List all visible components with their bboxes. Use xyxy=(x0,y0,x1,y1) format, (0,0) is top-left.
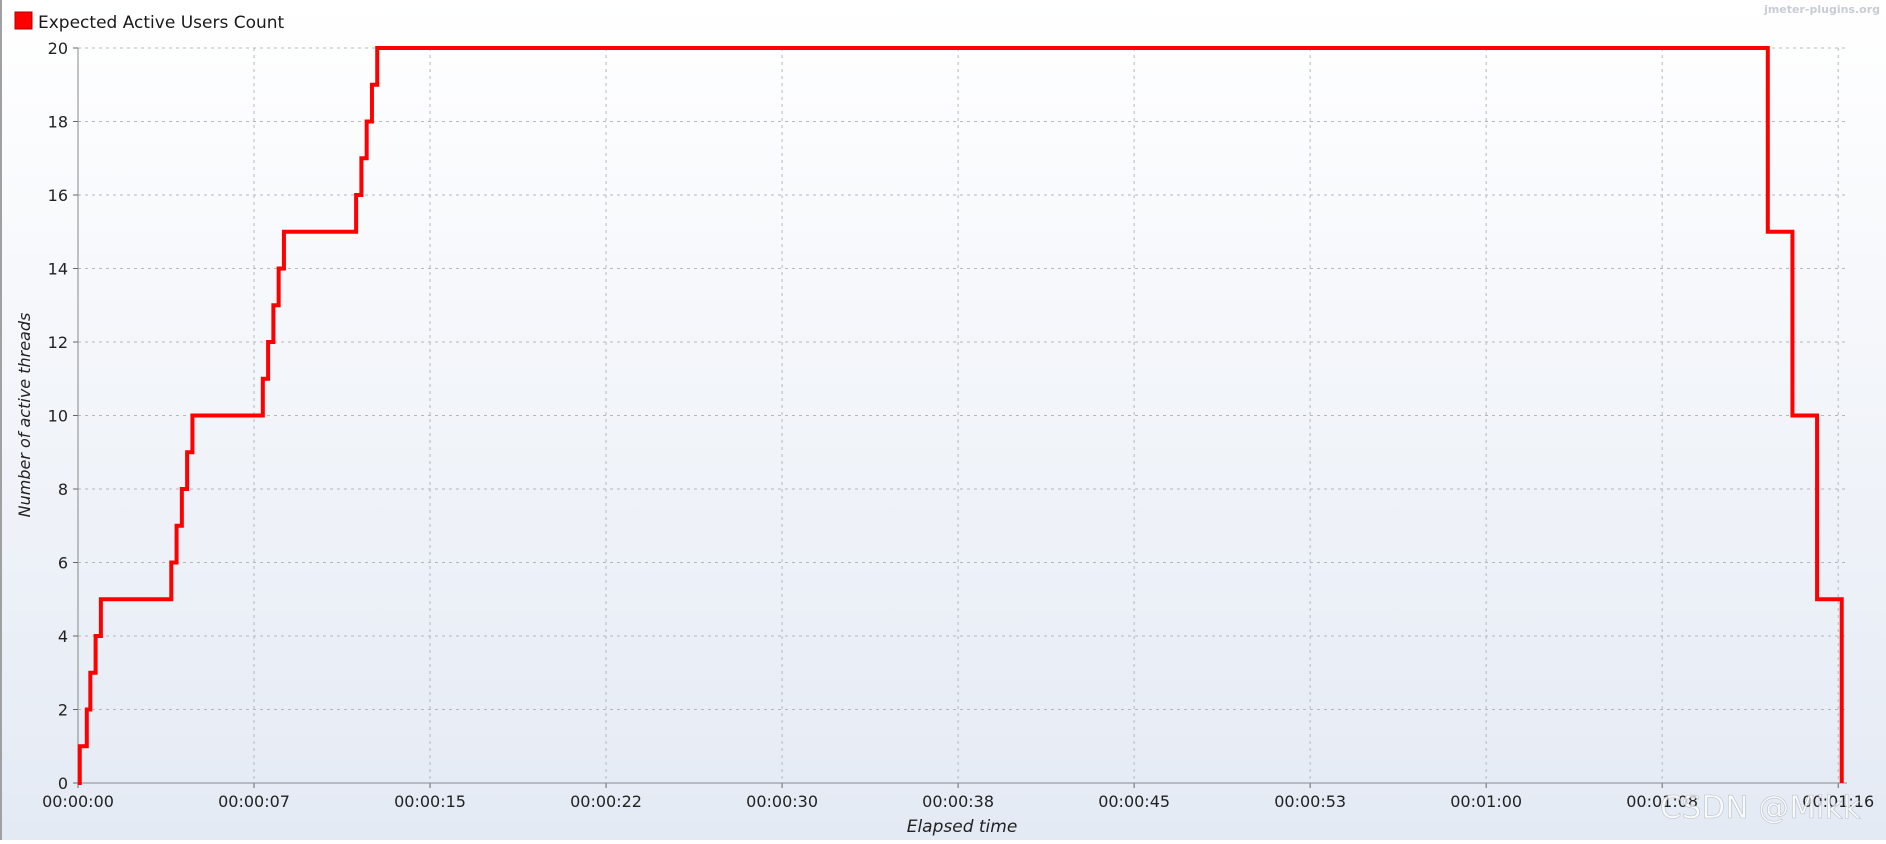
y-tick-label: 14 xyxy=(48,260,68,279)
x-tick-label: 00:00:15 xyxy=(394,792,466,811)
x-axis-title: Elapsed time xyxy=(907,817,1018,837)
x-tick-label: 00:00:22 xyxy=(570,792,642,811)
y-tick-label: 16 xyxy=(48,186,68,205)
x-tick-label: 00:00:00 xyxy=(42,792,114,811)
chart-background xyxy=(0,0,1886,840)
chart-container: 0 2 4 6 8 10 12 14 16 18 20 00:00:00 00:00:07 00:00:1… xyxy=(0,0,1886,840)
legend-swatch xyxy=(15,12,32,29)
y-tick-label: 0 xyxy=(58,774,68,793)
x-tick-label: 00:00:38 xyxy=(922,792,994,811)
y-tick-label: 18 xyxy=(48,113,68,132)
y-tick-label: 20 xyxy=(48,39,68,58)
x-tick-label: 00:00:30 xyxy=(746,792,818,811)
watermark-bottom: CSDN @Mikk xyxy=(1660,790,1861,826)
y-tick-label: 8 xyxy=(58,480,68,499)
y-tick-label: 4 xyxy=(58,627,68,646)
y-tick-label: 12 xyxy=(48,333,68,352)
y-tick-label: 2 xyxy=(58,701,68,720)
legend-label: Expected Active Users Count xyxy=(38,13,285,33)
x-tick-label: 00:00:45 xyxy=(1098,792,1170,811)
x-tick-label: 00:00:53 xyxy=(1274,792,1346,811)
y-tick-label: 10 xyxy=(48,407,68,426)
chart-svg: 0 2 4 6 8 10 12 14 16 18 20 00:00:00 00:00:07 00:00:1… xyxy=(0,0,1886,840)
watermark-top: jmeter-plugins.org xyxy=(1763,3,1880,16)
y-tick-label: 6 xyxy=(58,554,68,573)
y-axis-title: Number of active threads xyxy=(15,313,34,518)
x-tick-label: 00:01:00 xyxy=(1450,792,1522,811)
x-tick-label: 00:00:07 xyxy=(218,792,290,811)
legend: Expected Active Users Count xyxy=(15,12,285,33)
